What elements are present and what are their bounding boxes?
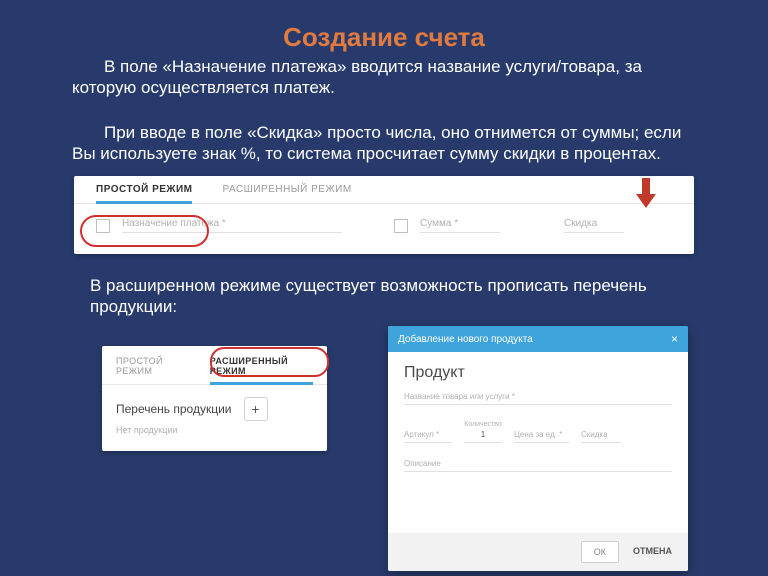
modal-heading: Продукт [404,364,672,382]
modal-header: Добавление нового продукта × [388,326,688,352]
tab-simple[interactable]: ПРОСТОЙ РЕЖИМ [96,184,192,204]
field-quantity[interactable]: 1 [464,430,502,443]
ok-button[interactable]: ОК [581,541,619,563]
product-list-row: Перечень продукции + [102,385,327,425]
checkbox-purpose[interactable] [96,219,110,233]
mode-tabs-2: ПРОСТОЙ РЕЖИМ РАСШИРЕННЫЙ РЕЖИМ [102,346,327,385]
field-amount[interactable]: Сумма * [420,218,500,233]
tab-advanced-2[interactable]: РАСШИРЕННЫЙ РЕЖИМ [210,356,313,385]
paragraph-2-text: При вводе в поле «Скидка» просто числа, … [72,123,681,163]
slide: Создание счета В поле «Назначение платеж… [0,0,768,576]
product-list-label: Перечень продукции [116,402,232,416]
close-icon[interactable]: × [671,333,678,345]
field-discount[interactable]: Скидка [564,218,624,233]
simple-mode-row: Назначение платежа * Сумма * Скидка [74,204,694,243]
modal-footer: ОК ОТМЕНА [388,533,688,571]
field-modal-discount[interactable]: Скидка [581,430,621,443]
field-purpose[interactable]: Назначение платежа * [122,218,342,233]
modal-body: Продукт Название товара или услуги * Арт… [388,352,688,533]
mode-tabs: ПРОСТОЙ РЕЖИМ РАСШИРЕННЫЙ РЕЖИМ [74,176,694,204]
cancel-button[interactable]: ОТМЕНА [629,541,676,563]
paragraph-1: В поле «Назначение платежа» вводится наз… [72,56,672,99]
field-product-name[interactable]: Название товара или услуги * [404,392,672,405]
paragraph-2: При вводе в поле «Скидка» просто числа, … [72,122,692,165]
field-price[interactable]: Цена за ед. * [514,430,569,443]
paragraph-3: В расширенном режиме существует возможно… [90,275,690,318]
screenshot-advanced-mode: ПРОСТОЙ РЕЖИМ РАСШИРЕННЫЙ РЕЖИМ Перечень… [102,346,327,451]
page-title: Создание счета [0,22,768,53]
label-quantity: Количество [464,421,502,428]
modal-title: Добавление нового продукта [398,334,533,345]
plus-icon: + [251,402,259,416]
field-article[interactable]: Артикул * [404,430,452,443]
checkbox-amount[interactable] [394,219,408,233]
screenshot-add-product-modal: Добавление нового продукта × Продукт Наз… [388,326,688,571]
tab-advanced[interactable]: РАСШИРЕННЫЙ РЕЖИМ [222,184,351,204]
tab-simple-2[interactable]: ПРОСТОЙ РЕЖИМ [116,356,192,385]
paragraph-1-text: В поле «Назначение платежа» вводится наз… [72,57,642,97]
field-description[interactable]: Описание [404,459,672,472]
empty-product-list: Нет продукции [102,425,327,445]
screenshot-simple-mode: ПРОСТОЙ РЕЖИМ РАСШИРЕННЫЙ РЕЖИМ Назначен… [74,176,694,254]
add-product-button[interactable]: + [244,397,268,421]
